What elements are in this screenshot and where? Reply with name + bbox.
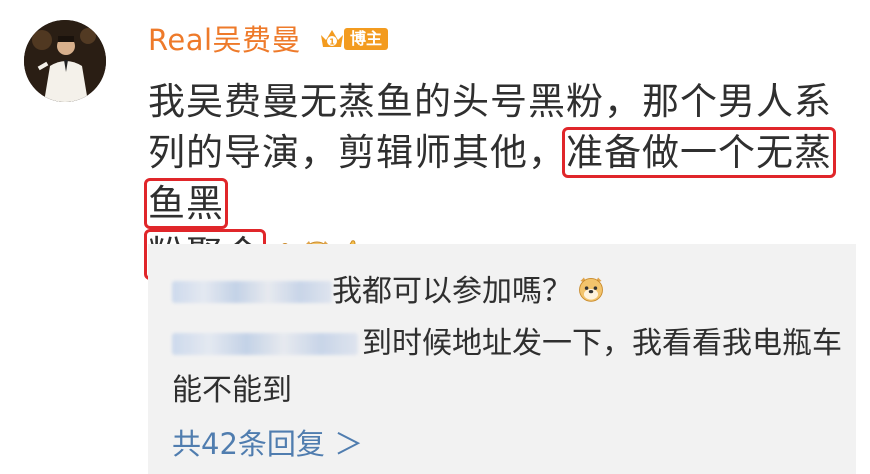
crown-icon: 1 [321,30,343,47]
blurred-username [172,281,332,303]
view-all-replies-link[interactable]: 共42条回复 ＞ [172,426,363,462]
blogger-badge: 1 博主 [318,25,389,53]
doge-icon [576,271,606,302]
avatar[interactable] [24,20,106,102]
reply-item-2[interactable]: 到时候地址发一下，我看看我电瓶车能不能到 [172,320,842,414]
badge-label: 博主 [344,28,389,50]
username[interactable]: Real吴费曼 [148,22,301,58]
blurred-username [172,333,358,355]
reply-text-1: 我都可以参加嗎？ [332,274,572,309]
avatar-image [24,20,106,102]
reply-item-1[interactable]: 我都可以参加嗎？ [172,268,842,315]
svg-text:1: 1 [329,38,335,47]
replies-section: 我都可以参加嗎？ 到时候地址发一下，我看看我电瓶车能不能到 共42条回复 ＞ [148,244,856,474]
